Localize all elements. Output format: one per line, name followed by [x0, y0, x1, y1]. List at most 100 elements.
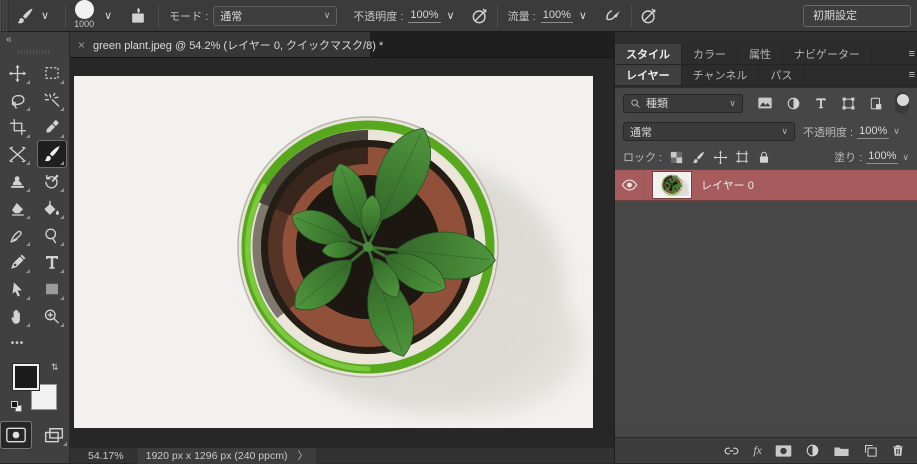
brush-size-preview[interactable]: 1000 [72, 0, 96, 32]
toggle-brush-panel-button[interactable] [122, 0, 154, 32]
foreground-color-swatch[interactable] [13, 364, 39, 390]
layer-thumbnail[interactable] [653, 172, 691, 198]
lock-transparency-icon[interactable] [669, 150, 684, 165]
pressure-opacity-button[interactable] [467, 0, 493, 32]
panel-menu-icon[interactable]: ≡ [909, 48, 915, 60]
chevron-down-icon[interactable]: ∨ [98, 6, 118, 26]
tab-layers[interactable]: レイヤー [615, 65, 682, 85]
flow-value[interactable]: 100% [541, 9, 573, 23]
smudge-tool[interactable] [4, 222, 32, 248]
chevron-down-icon: ∨ [324, 10, 331, 21]
hand-tool[interactable] [4, 303, 32, 329]
delete-layer-icon[interactable] [891, 443, 905, 458]
magic-wand-tool[interactable] [38, 87, 66, 113]
tool-preset-picker[interactable]: ∨ [9, 0, 61, 32]
separator [631, 5, 632, 27]
chevron-down-icon: ∨ [781, 126, 788, 137]
layer-filter-select[interactable]: 種類 ∨ [623, 94, 743, 113]
filter-image-icon[interactable] [757, 96, 773, 110]
airbrush-button[interactable] [599, 0, 627, 32]
new-layer-icon[interactable] [863, 443, 878, 458]
filter-smart-object-icon[interactable] [869, 96, 883, 111]
filter-adjustment-icon[interactable] [786, 96, 801, 111]
document-tab-bar: × green plant.jpeg @ 54.2% (レイヤー 0, クイック… [70, 32, 614, 58]
lock-position-icon[interactable] [713, 150, 728, 165]
eye-icon [621, 179, 638, 191]
chevron-down-icon[interactable]: ∨ [573, 6, 593, 26]
move-tool[interactable] [4, 60, 32, 86]
path-select-tool[interactable] [4, 276, 32, 302]
type-tool[interactable] [38, 249, 66, 275]
pressure-size-button[interactable] [636, 0, 662, 32]
filter-toggle-switch[interactable] [895, 92, 909, 114]
blend-mode-select[interactable]: 通常 ∨ [623, 122, 795, 141]
tab-channels[interactable]: チャンネル [682, 65, 760, 85]
adjustment-layer-icon[interactable] [805, 443, 820, 458]
chevron-down-icon[interactable]: ∨ [902, 152, 909, 163]
tab-styles[interactable]: スタイル [615, 44, 682, 64]
document-tab-title: green plant.jpeg @ 54.2% (レイヤー 0, クイックマス… [93, 37, 383, 53]
eyedropper-tool[interactable] [38, 114, 66, 140]
opacity-value[interactable]: 100% [408, 9, 440, 23]
mode-select[interactable]: 通常 ∨ [213, 6, 337, 26]
brush-preset-icon [15, 6, 35, 26]
chevron-down-icon[interactable]: ∨ [893, 126, 900, 137]
zoom-level-field[interactable]: 54.17% [70, 450, 138, 462]
lock-artboard-icon[interactable] [735, 150, 750, 165]
link-layers-icon[interactable] [723, 444, 740, 458]
history-brush-tool[interactable] [38, 168, 66, 194]
filter-shape-icon[interactable] [841, 96, 856, 111]
document-info[interactable]: 1920 px x 1296 px (240 ppcm) 〉 [138, 448, 316, 464]
close-icon[interactable]: × [78, 38, 85, 52]
blend-mode-control: モード : 通常 ∨ [163, 0, 343, 32]
new-group-icon[interactable] [833, 444, 850, 458]
pen-tool[interactable] [4, 249, 32, 275]
shape-tool[interactable] [38, 276, 66, 302]
lasso-tool[interactable] [4, 87, 32, 113]
marquee-tool[interactable] [38, 60, 66, 86]
layer-style-icon[interactable]: fx [753, 443, 762, 458]
panel-group-styles: スタイル カラー 属性 ナビゲーター ≡ [615, 44, 917, 65]
layer-name[interactable]: レイヤー 0 [701, 177, 754, 193]
canvas-viewport[interactable] [70, 58, 614, 447]
plant-image [74, 76, 593, 428]
default-colors-icon[interactable] [11, 401, 22, 412]
tab-navigator[interactable]: ナビゲーター [783, 44, 872, 64]
crop-tool[interactable] [4, 114, 32, 140]
swap-colors-icon[interactable]: ⇅ [51, 362, 59, 373]
edit-toolbar-button[interactable]: ••• [4, 330, 32, 356]
add-mask-icon[interactable] [775, 444, 792, 458]
panel-grip[interactable] [18, 48, 51, 56]
quick-mask-button[interactable] [1, 422, 31, 448]
filter-type-icon[interactable] [814, 96, 828, 110]
panel-group-layers: レイヤー チャンネル パス ≡ [615, 65, 917, 86]
dodge-tool[interactable] [38, 222, 66, 248]
eraser-tool[interactable] [4, 195, 32, 221]
fill-value[interactable]: 100% [866, 150, 898, 164]
zoom-tool[interactable] [38, 303, 66, 329]
panel-menu-icon[interactable]: ≡ [909, 69, 915, 81]
brush-tool[interactable] [38, 141, 66, 167]
document-status-bar: 54.17% 1920 px x 1296 px (240 ppcm) 〉 [70, 447, 614, 463]
layers-empty-area[interactable] [615, 201, 917, 428]
tab-properties[interactable]: 属性 [738, 44, 783, 64]
workspace-preset-button[interactable]: 初期設定 [803, 5, 911, 27]
layer-opacity-value[interactable]: 100% [857, 125, 889, 139]
options-bar-grip[interactable] [0, 0, 9, 32]
flow-label: 流量 : [508, 8, 536, 24]
tab-paths[interactable]: パス [759, 65, 804, 85]
lock-pixels-icon[interactable] [691, 150, 706, 165]
layer-visibility-toggle[interactable] [615, 170, 645, 200]
screen-mode-button[interactable] [39, 422, 69, 448]
collapse-panel-button[interactable]: « [0, 32, 69, 48]
chevron-down-icon[interactable]: ∨ [441, 6, 461, 26]
tab-color[interactable]: カラー [682, 44, 738, 64]
paint-bucket-tool[interactable] [38, 195, 66, 221]
spot-healing-brush-tool[interactable] [4, 141, 32, 167]
panel-dock: スタイル カラー 属性 ナビゲーター ≡ レイヤー チャンネル パス ≡ 種類 … [614, 32, 917, 463]
lock-all-icon[interactable] [757, 150, 771, 165]
clone-stamp-tool[interactable] [4, 168, 32, 194]
document-tab[interactable]: × green plant.jpeg @ 54.2% (レイヤー 0, クイック… [70, 32, 370, 57]
layer-row[interactable]: レイヤー 0 [615, 169, 917, 201]
separator [65, 5, 66, 27]
